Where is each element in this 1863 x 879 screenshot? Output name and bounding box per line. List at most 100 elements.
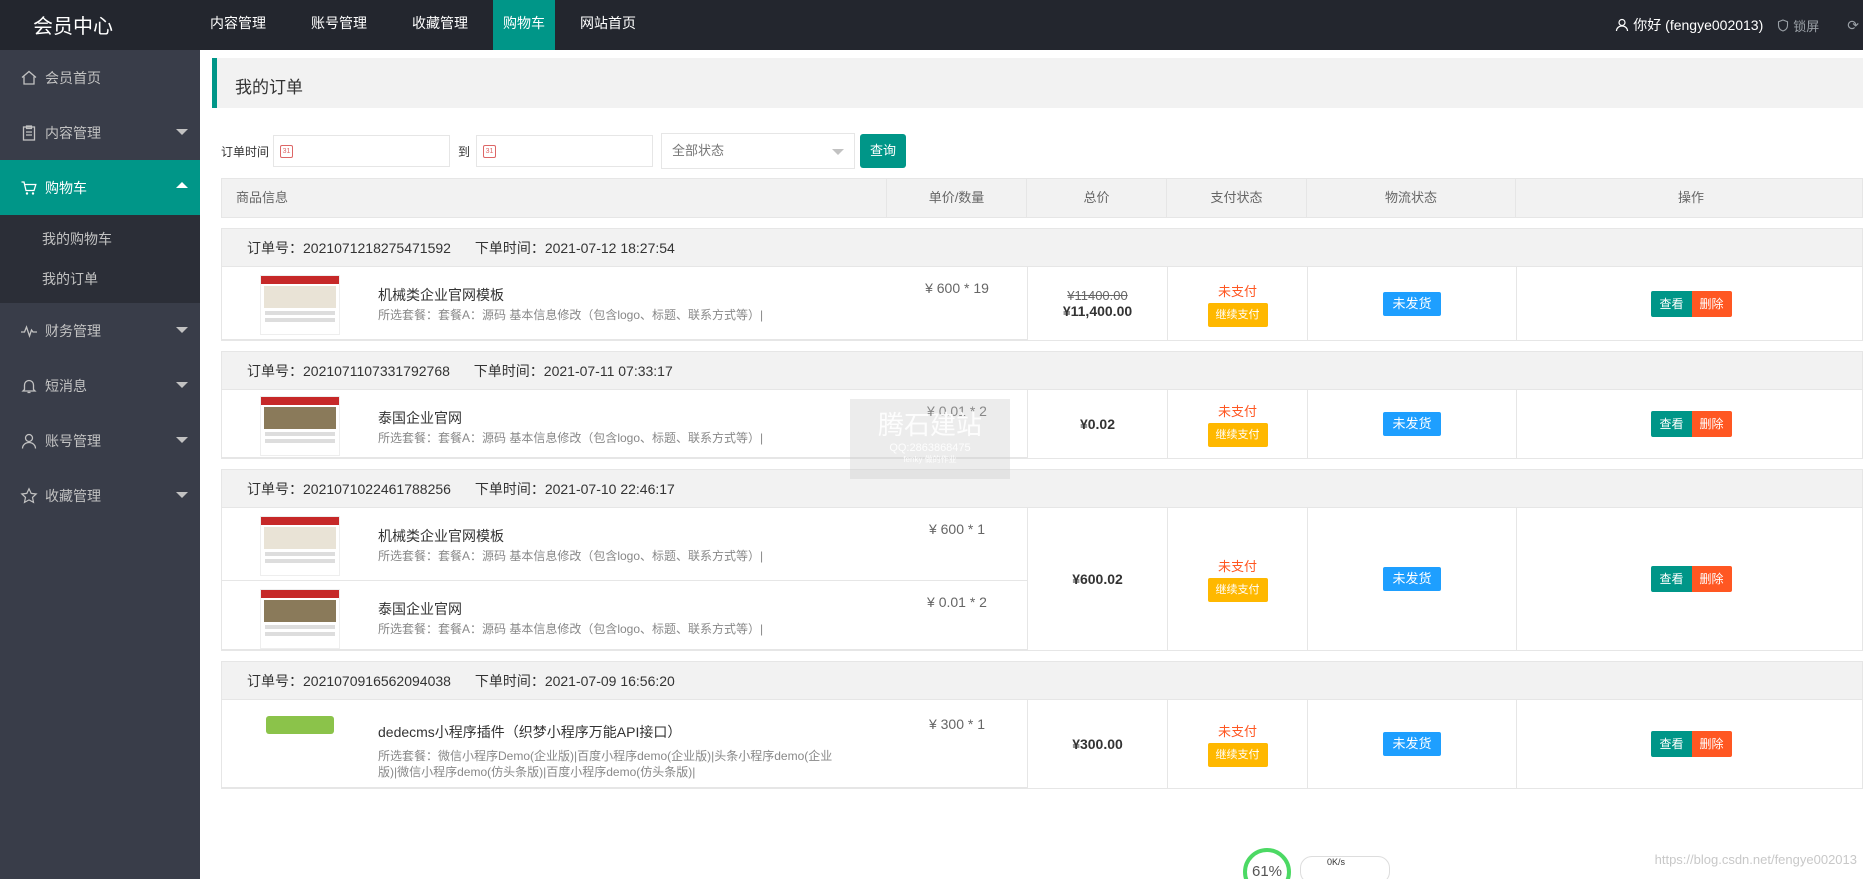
ship-status-cell: 未发货 bbox=[1307, 700, 1516, 788]
view-button[interactable]: 查看 bbox=[1651, 566, 1692, 592]
delete-button[interactable]: 删除 bbox=[1691, 731, 1732, 757]
product-thumbnail[interactable] bbox=[260, 589, 340, 649]
sidebar-item-favorites[interactable]: 收藏管理 bbox=[0, 468, 200, 523]
status-badge: 未发货 bbox=[1383, 732, 1441, 756]
main-content: 我的订单 订单时间 31 到 31 全部状态 查询 商品信息 单价/数量 总价 … bbox=[200, 50, 1863, 879]
sidebar-sub-my-cart[interactable]: 我的购物车 bbox=[0, 219, 200, 259]
sidebar-item-account[interactable]: 账号管理 bbox=[0, 413, 200, 468]
sidebar-item-home[interactable]: 会员首页 bbox=[0, 50, 200, 105]
order-time: 下单时间：2021-07-11 07:33:17 bbox=[473, 363, 673, 379]
top-bar: 会员中心 内容管理 账号管理 收藏管理 购物车 网站首页 你好 (fengye0… bbox=[0, 0, 1863, 50]
topnav-account[interactable]: 账号管理 bbox=[301, 0, 377, 50]
end-date-input[interactable]: 31 bbox=[476, 135, 654, 167]
lock-screen-button[interactable]: 锁屏 bbox=[1777, 16, 1819, 35]
actions-cell: 查看 删除 bbox=[1516, 700, 1863, 788]
product-name[interactable]: 机械类企业官网模板 bbox=[378, 526, 504, 546]
topnav-favorites[interactable]: 收藏管理 bbox=[402, 0, 478, 50]
network-speed: 0K/s bbox=[1300, 856, 1390, 879]
calendar-icon: 31 bbox=[280, 145, 294, 158]
delete-button[interactable]: 删除 bbox=[1691, 411, 1732, 437]
total-cell: ¥0.02 bbox=[1027, 390, 1167, 458]
continue-pay-button[interactable]: 继续支付 bbox=[1207, 743, 1268, 767]
product-name[interactable]: 泰国企业官网 bbox=[378, 599, 462, 619]
user-icon bbox=[19, 431, 39, 451]
chevron-down-icon bbox=[176, 492, 188, 498]
brand-title: 会员中心 bbox=[33, 16, 113, 38]
pulse-icon bbox=[19, 321, 39, 341]
delete-button[interactable]: 删除 bbox=[1691, 566, 1732, 592]
pay-status-cell: 未支付 继续支付 bbox=[1167, 390, 1307, 458]
chevron-down-icon bbox=[176, 382, 188, 388]
product-name[interactable]: 机械类企业官网模板 bbox=[378, 285, 504, 305]
product-package: 所选套餐：套餐A：源码 基本信息修改（包含logo、标题、联系方式等）| bbox=[378, 308, 764, 322]
header-pay-status: 支付状态 bbox=[1167, 179, 1307, 217]
star-icon bbox=[19, 486, 39, 506]
order-total: ¥600.02 bbox=[1072, 571, 1123, 587]
user-menu[interactable]: 你好 (fengye002013) bbox=[1615, 15, 1763, 35]
unpaid-status: 未支付 bbox=[1217, 559, 1257, 574]
order-number: 订单号：2021071022461788256 bbox=[247, 481, 451, 497]
sidebar-item-cart[interactable]: 购物车 bbox=[0, 160, 200, 215]
delete-button[interactable]: 删除 bbox=[1691, 290, 1732, 317]
status-select[interactable]: 全部状态 bbox=[661, 133, 856, 169]
home-icon bbox=[19, 68, 39, 88]
order-body: 机械类企业官网模板 所选套餐：套餐A：源码 基本信息修改（包含logo、标题、联… bbox=[222, 267, 1862, 340]
view-button[interactable]: 查看 bbox=[1651, 731, 1692, 757]
refresh-icon[interactable]: ⟳ bbox=[1847, 17, 1859, 34]
order-time: 下单时间：2021-07-10 22:46:17 bbox=[474, 481, 675, 497]
actions-cell: 查看 删除 bbox=[1516, 267, 1863, 340]
total-cell: ¥300.00 bbox=[1027, 700, 1167, 788]
pay-status-cell: 未支付 继续支付 bbox=[1167, 700, 1307, 788]
product-thumbnail[interactable] bbox=[260, 396, 340, 456]
order-filter: 订单时间 31 到 31 全部状态 查询 bbox=[221, 133, 907, 169]
clipboard-icon bbox=[19, 123, 39, 143]
order-number: 订单号：2021070916562094038 bbox=[247, 673, 451, 689]
order-card: 订单号：2021071107331792768 下单时间：2021-07-11 … bbox=[221, 351, 1863, 459]
topnav-content[interactable]: 内容管理 bbox=[200, 0, 276, 50]
top-nav: 内容管理 账号管理 收藏管理 购物车 网站首页 bbox=[200, 0, 671, 50]
order-header: 订单号：2021071022461788256 下单时间：2021-07-10 … bbox=[222, 470, 1862, 508]
order-card: 订单号：2021071022461788256 下单时间：2021-07-10 … bbox=[221, 469, 1863, 651]
continue-pay-button[interactable]: 继续支付 bbox=[1207, 423, 1268, 447]
product-thumbnail[interactable] bbox=[260, 275, 340, 335]
header-total: 总价 bbox=[1027, 179, 1167, 217]
status-badge: 未发货 bbox=[1383, 412, 1441, 436]
original-total: ¥11400.00 bbox=[1067, 288, 1128, 303]
header-actions: 操作 bbox=[1677, 190, 1704, 205]
list-item: 机械类企业官网模板 所选套餐：套餐A：源码 基本信息修改（包含logo、标题、联… bbox=[222, 267, 1027, 340]
sidebar-item-finance[interactable]: 财务管理 bbox=[0, 303, 200, 358]
topnav-home[interactable]: 网站首页 bbox=[570, 0, 646, 50]
continue-pay-button[interactable]: 继续支付 bbox=[1207, 578, 1268, 602]
unit-qty: ¥ 0.01 * 2 bbox=[927, 594, 987, 610]
order-card: 订单号：2021071218275471592 下单时间：2021-07-12 … bbox=[221, 228, 1863, 341]
topnav-cart[interactable]: 购物车 bbox=[493, 0, 555, 50]
product-name[interactable]: dedecms小程序插件（织梦小程序万能API接口） bbox=[378, 722, 681, 742]
order-header: 订单号：2021070916562094038 下单时间：2021-07-09 … bbox=[222, 662, 1862, 700]
product-thumbnail[interactable] bbox=[260, 516, 340, 576]
product-name[interactable]: 泰国企业官网 bbox=[378, 408, 462, 428]
top-right: 你好 (fengye002013) 锁屏 ⟳ bbox=[1615, 0, 1863, 50]
view-button[interactable]: 查看 bbox=[1651, 290, 1692, 317]
start-date-input[interactable]: 31 bbox=[273, 135, 451, 167]
ship-status-cell: 未发货 bbox=[1307, 267, 1516, 340]
sidebar: 会员首页 内容管理 购物车 我的购物车 我的订单 财务管理 短消息 账号管理 收… bbox=[0, 50, 200, 879]
chevron-down-icon bbox=[832, 149, 845, 155]
watermark: 腾石建站 QQ:2863868475 fenky 做的作业 bbox=[850, 399, 1010, 479]
view-button[interactable]: 查看 bbox=[1651, 411, 1692, 437]
status-badge: 未发货 bbox=[1383, 567, 1441, 591]
query-button[interactable]: 查询 bbox=[860, 134, 907, 168]
continue-pay-button[interactable]: 继续支付 bbox=[1207, 302, 1268, 327]
user-icon bbox=[1616, 18, 1629, 32]
product-package: 所选套餐：套餐A：源码 基本信息修改（包含logo、标题、联系方式等）| bbox=[378, 622, 764, 636]
page-title-bar: 我的订单 bbox=[212, 58, 1863, 108]
status-badge: 未发货 bbox=[1383, 291, 1441, 316]
header-product-info: 商品信息 bbox=[222, 179, 887, 217]
cart-icon bbox=[19, 178, 39, 198]
sidebar-sub-my-orders[interactable]: 我的订单 bbox=[0, 259, 200, 299]
product-thumbnail[interactable] bbox=[266, 716, 334, 734]
sidebar-item-messages[interactable]: 短消息 bbox=[0, 358, 200, 413]
order-header: 订单号：2021071218275471592 下单时间：2021-07-12 … bbox=[222, 229, 1862, 267]
sidebar-item-content[interactable]: 内容管理 bbox=[0, 105, 200, 160]
shield-icon bbox=[1778, 18, 1789, 32]
cart-submenu: 我的购物车 我的订单 bbox=[0, 215, 200, 303]
